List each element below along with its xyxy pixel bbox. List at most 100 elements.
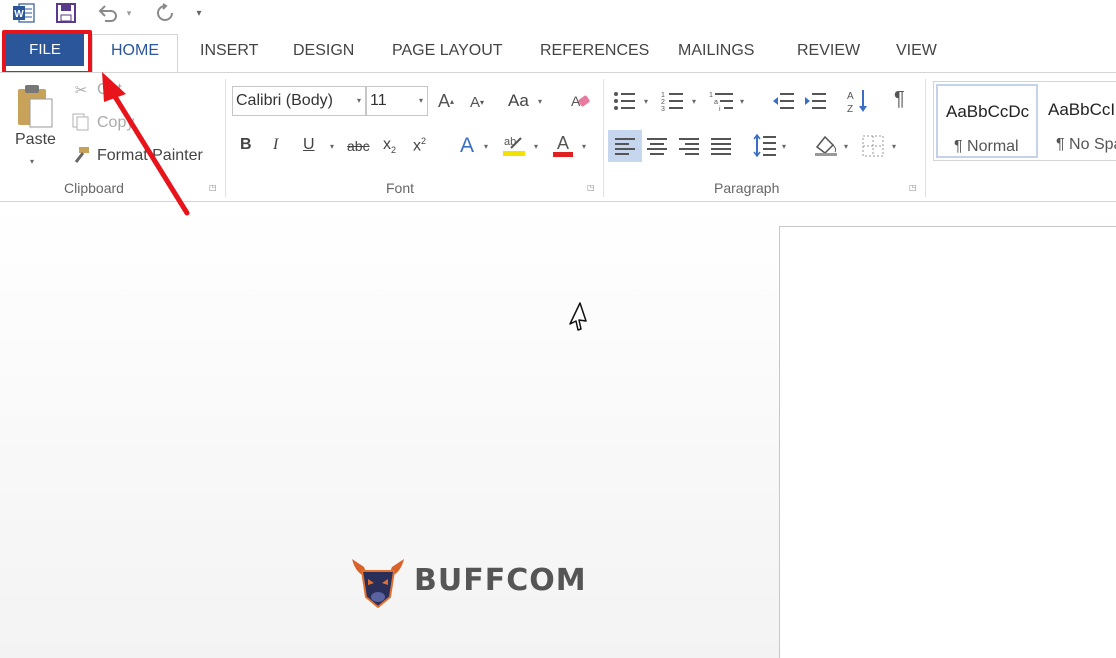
text-effects-dropdown-icon[interactable]: ▾ — [484, 142, 488, 151]
paste-dropdown-icon[interactable]: ▾ — [30, 157, 34, 166]
font-name-dropdown-icon[interactable]: ▾ — [357, 87, 361, 115]
font-size-value: 11 — [370, 92, 387, 109]
bold-button[interactable]: B — [240, 136, 252, 154]
bull-logo-icon — [352, 559, 404, 609]
tab-references[interactable]: REFERENCES — [540, 39, 649, 63]
font-group-label: Font — [386, 180, 415, 196]
subscript-label: x — [383, 136, 391, 153]
paste-button[interactable]: Paste — [15, 131, 56, 149]
file-tab-highlight-box — [2, 30, 92, 75]
align-center-icon[interactable] — [644, 133, 670, 159]
strikethrough-button[interactable]: abc — [347, 138, 370, 154]
align-right-icon[interactable] — [676, 133, 702, 159]
mouse-cursor-icon — [569, 302, 587, 331]
style-sample: AaBbCcDc — [946, 102, 1030, 121]
tab-design[interactable]: DESIGN — [293, 39, 354, 63]
group-divider — [225, 79, 226, 197]
style-name: ¶ No Spac — [1056, 136, 1116, 153]
underline-dropdown-icon[interactable]: ▾ — [330, 142, 334, 151]
copy-icon — [70, 111, 92, 133]
grow-font-icon[interactable]: A ▴ — [434, 89, 458, 113]
style-normal[interactable]: AaBbCcDc ¶ Normal — [936, 84, 1038, 158]
style-no-spacing[interactable]: AaBbCcI ¶ No Spac — [1040, 84, 1116, 158]
ribbon: Paste ▾ ✂ Cut Copy Format Painter Clipbo… — [0, 72, 1116, 202]
decrease-indent-icon[interactable] — [770, 89, 796, 113]
increase-indent-icon[interactable] — [802, 89, 828, 113]
clipboard-launcher-icon[interactable]: ◳ — [209, 183, 219, 193]
styles-gallery: AaBbCcDc ¶ Normal AaBbCcI ¶ No Spac — [933, 81, 1116, 161]
cut-button[interactable]: Cut — [97, 81, 122, 99]
cut-icon: ✂ — [74, 82, 88, 99]
shading-icon[interactable] — [812, 131, 840, 159]
tab-mailings[interactable]: MAILINGS — [678, 39, 754, 63]
undo-icon[interactable] — [96, 2, 120, 24]
font-color-icon[interactable]: A — [550, 131, 576, 159]
sort-icon[interactable]: AZ — [846, 87, 870, 115]
justify-icon[interactable] — [708, 133, 734, 159]
font-color-dropdown-icon[interactable]: ▾ — [582, 142, 586, 151]
svg-text:A: A — [557, 133, 569, 153]
svg-text:A: A — [847, 91, 854, 102]
numbering-dropdown-icon[interactable]: ▾ — [692, 97, 696, 106]
borders-dropdown-icon[interactable]: ▾ — [892, 142, 896, 151]
tab-insert[interactable]: INSERT — [200, 39, 258, 63]
redo-icon[interactable] — [153, 2, 177, 24]
watermark-text: BUFFCOM — [414, 563, 587, 598]
borders-icon[interactable] — [860, 133, 886, 159]
font-size-box[interactable]: 11 ▾ — [366, 86, 428, 116]
tab-home[interactable]: HOME — [92, 34, 178, 72]
font-size-dropdown-icon[interactable]: ▾ — [419, 87, 423, 115]
svg-text:i: i — [719, 106, 721, 111]
align-left-icon[interactable] — [608, 130, 642, 162]
highlight-color-icon[interactable]: ab — [500, 131, 528, 159]
style-name: ¶ Normal — [954, 138, 1019, 155]
show-formatting-button[interactable]: ¶ — [894, 88, 905, 111]
quick-access-toolbar: W ▾ ▾ — [0, 0, 1116, 28]
group-divider — [603, 79, 604, 197]
highlight-dropdown-icon[interactable]: ▾ — [534, 142, 538, 151]
save-icon[interactable] — [55, 2, 77, 24]
svg-text:1: 1 — [709, 92, 713, 99]
tab-page-layout[interactable]: PAGE LAYOUT — [392, 39, 503, 63]
copy-button[interactable]: Copy — [97, 114, 134, 132]
style-sample: AaBbCcI — [1048, 100, 1116, 119]
change-case-dropdown-icon[interactable]: ▾ — [538, 97, 542, 106]
clear-formatting-icon[interactable]: A — [568, 89, 592, 113]
superscript-label: x — [413, 137, 421, 155]
multilevel-list-icon[interactable]: 1ai — [708, 89, 736, 113]
clipboard-group-label: Clipboard — [64, 180, 124, 196]
group-divider — [925, 79, 926, 197]
paragraph-launcher-icon[interactable]: ◳ — [909, 183, 919, 193]
svg-text:3: 3 — [661, 106, 665, 111]
subscript-button[interactable]: x2 — [383, 136, 396, 155]
line-spacing-dropdown-icon[interactable]: ▾ — [782, 142, 786, 151]
svg-text:2: 2 — [661, 99, 665, 106]
paste-icon[interactable] — [14, 81, 58, 131]
underline-button[interactable]: U — [303, 136, 315, 154]
shrink-font-icon[interactable]: A ▾ — [466, 91, 488, 113]
svg-text:W: W — [14, 9, 24, 20]
undo-dropdown-icon[interactable]: ▾ — [124, 2, 134, 24]
multilevel-dropdown-icon[interactable]: ▾ — [740, 97, 744, 106]
word-icon: W — [12, 2, 36, 24]
line-spacing-icon[interactable] — [752, 131, 778, 159]
tab-review[interactable]: REVIEW — [797, 39, 860, 63]
text-effects-icon[interactable]: A — [455, 133, 479, 159]
document-page[interactable] — [779, 226, 1116, 658]
numbering-icon[interactable]: 123 — [660, 89, 686, 113]
format-painter-icon — [70, 145, 92, 167]
format-painter-button[interactable]: Format Painter — [97, 147, 203, 165]
italic-button[interactable]: I — [273, 136, 278, 154]
bullets-icon[interactable] — [612, 89, 638, 113]
tab-view[interactable]: VIEW — [896, 39, 937, 63]
font-launcher-icon[interactable]: ◳ — [587, 183, 597, 193]
font-name-box[interactable]: Calibri (Body) ▾ — [232, 86, 366, 116]
shading-dropdown-icon[interactable]: ▾ — [844, 142, 848, 151]
superscript-button[interactable]: x2 — [413, 136, 426, 155]
svg-text:ab: ab — [504, 136, 516, 148]
customize-toolbar-icon[interactable]: ▾ — [193, 2, 205, 24]
svg-text:1: 1 — [661, 92, 665, 99]
svg-text:Z: Z — [847, 104, 853, 114]
change-case-button[interactable]: Aa — [508, 91, 529, 111]
bullets-dropdown-icon[interactable]: ▾ — [644, 97, 648, 106]
